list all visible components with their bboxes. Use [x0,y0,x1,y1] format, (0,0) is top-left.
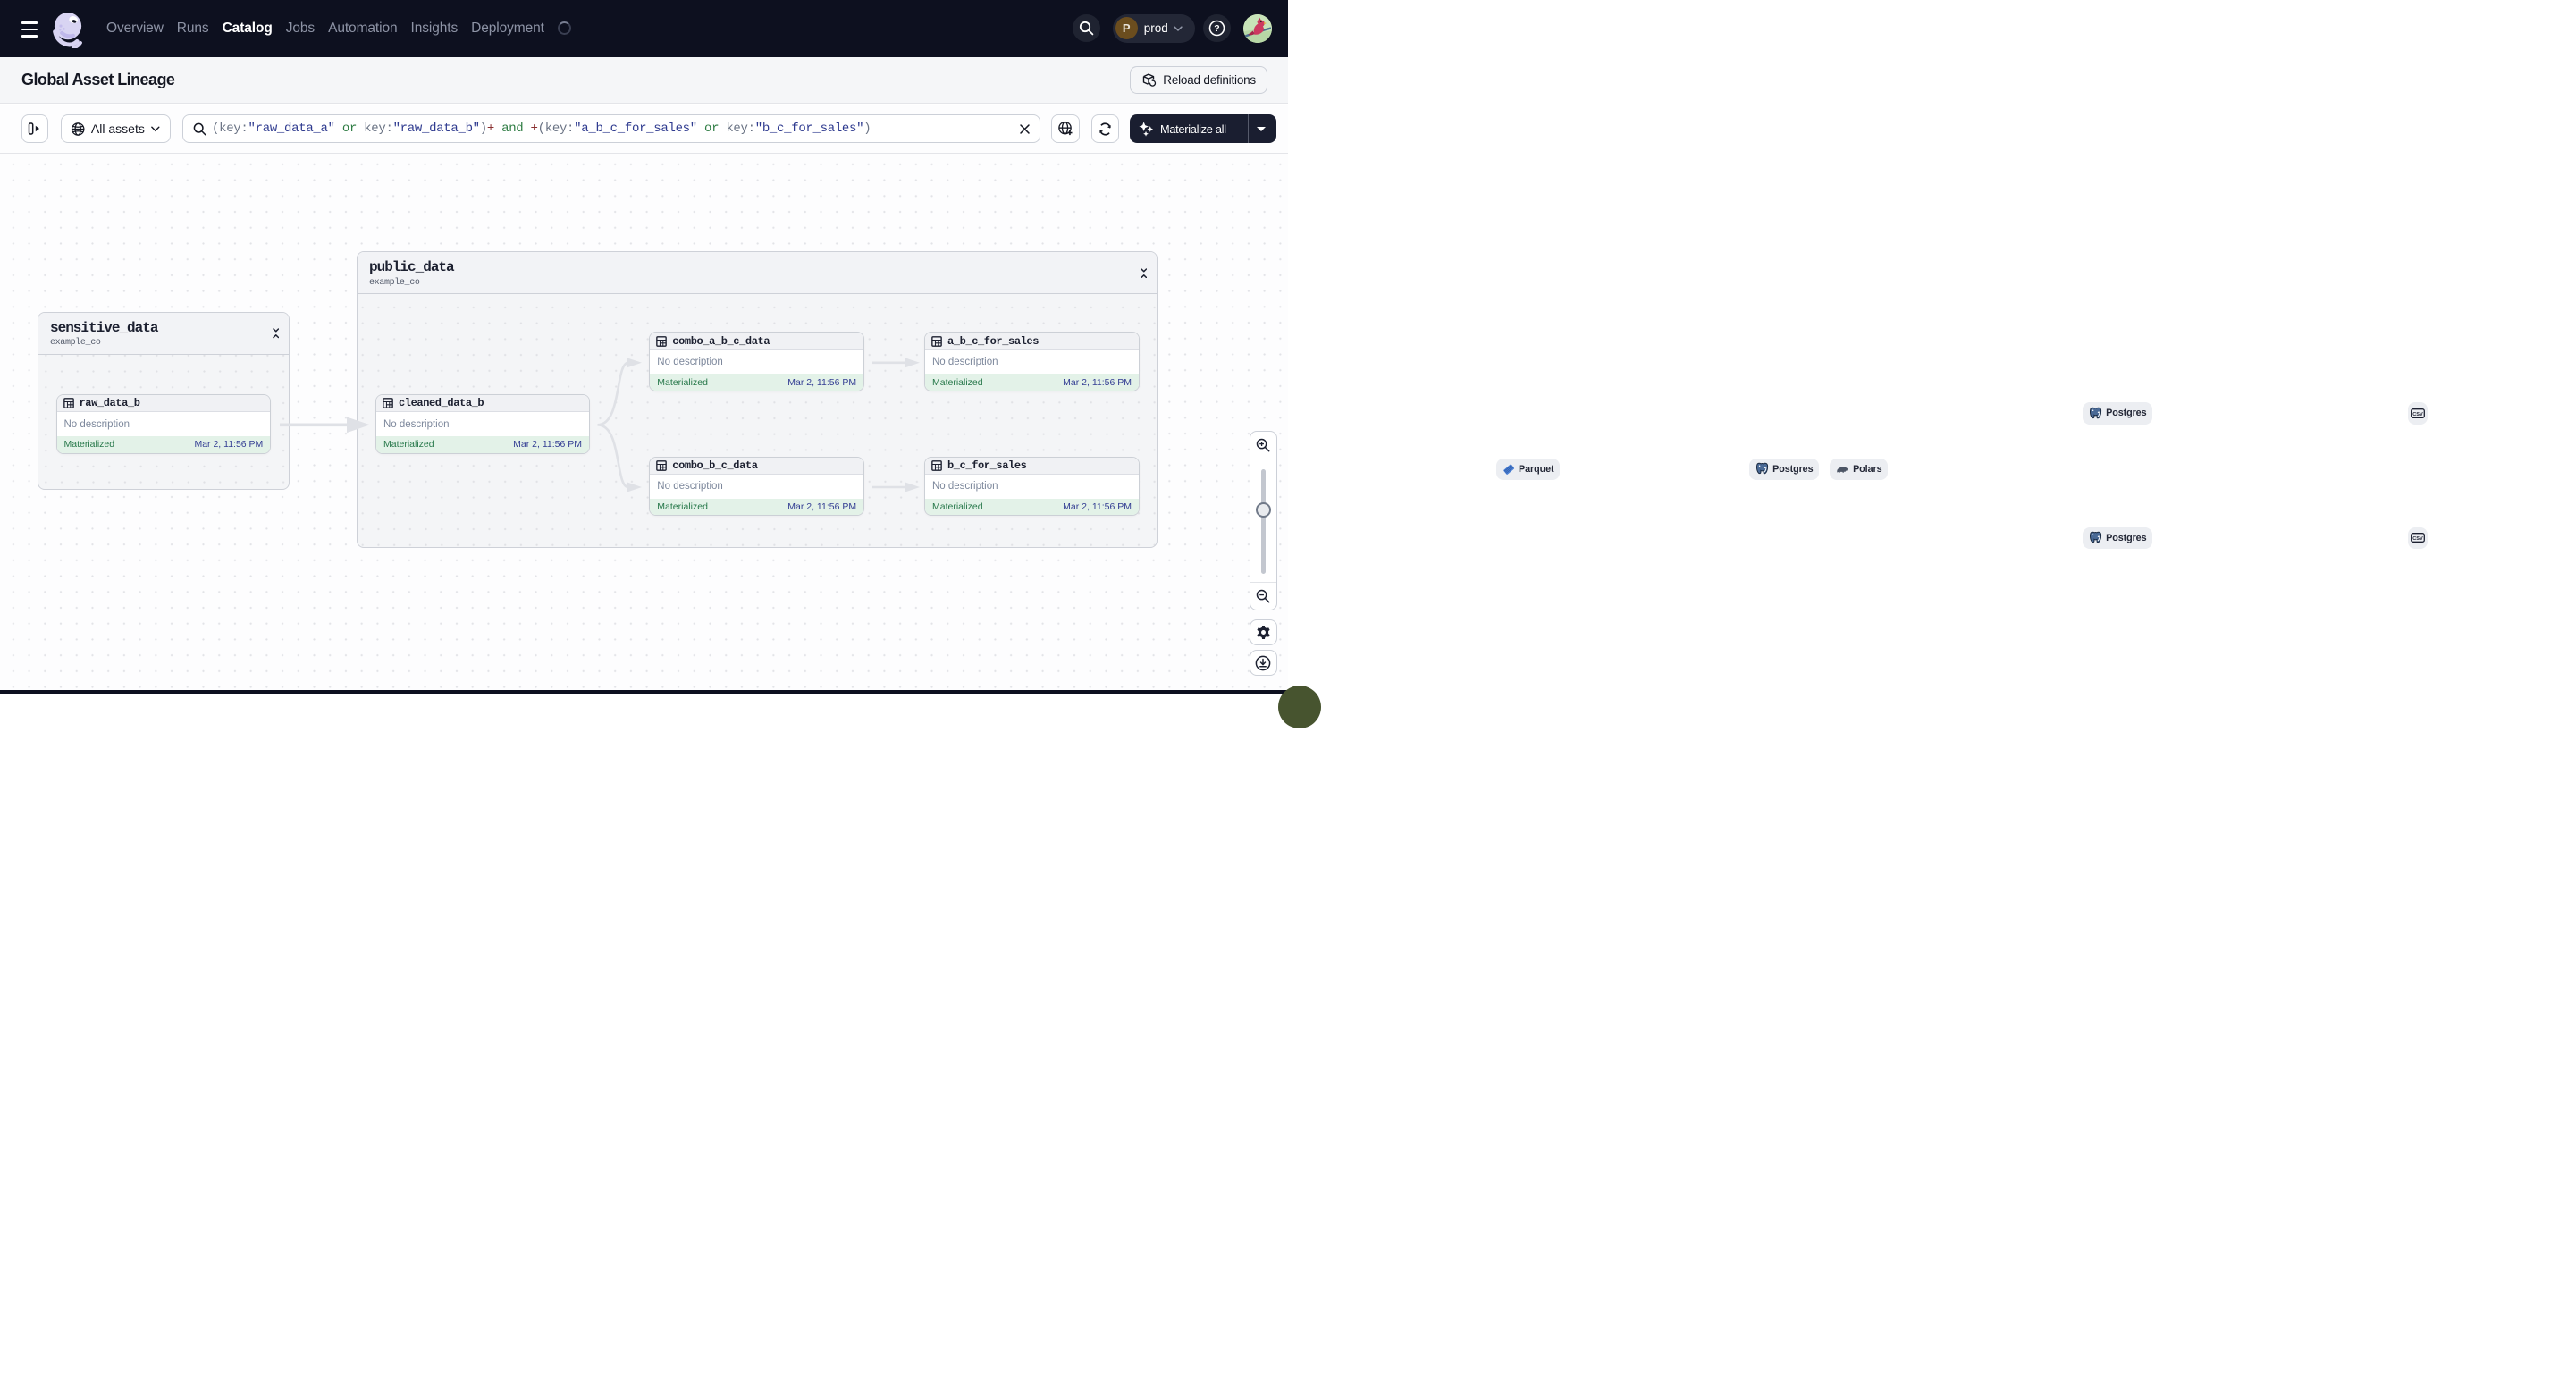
svg-text:CSV: CSV [2412,412,2423,417]
svg-text:?: ? [1214,23,1219,34]
svg-text:CSV: CSV [2412,536,2423,542]
